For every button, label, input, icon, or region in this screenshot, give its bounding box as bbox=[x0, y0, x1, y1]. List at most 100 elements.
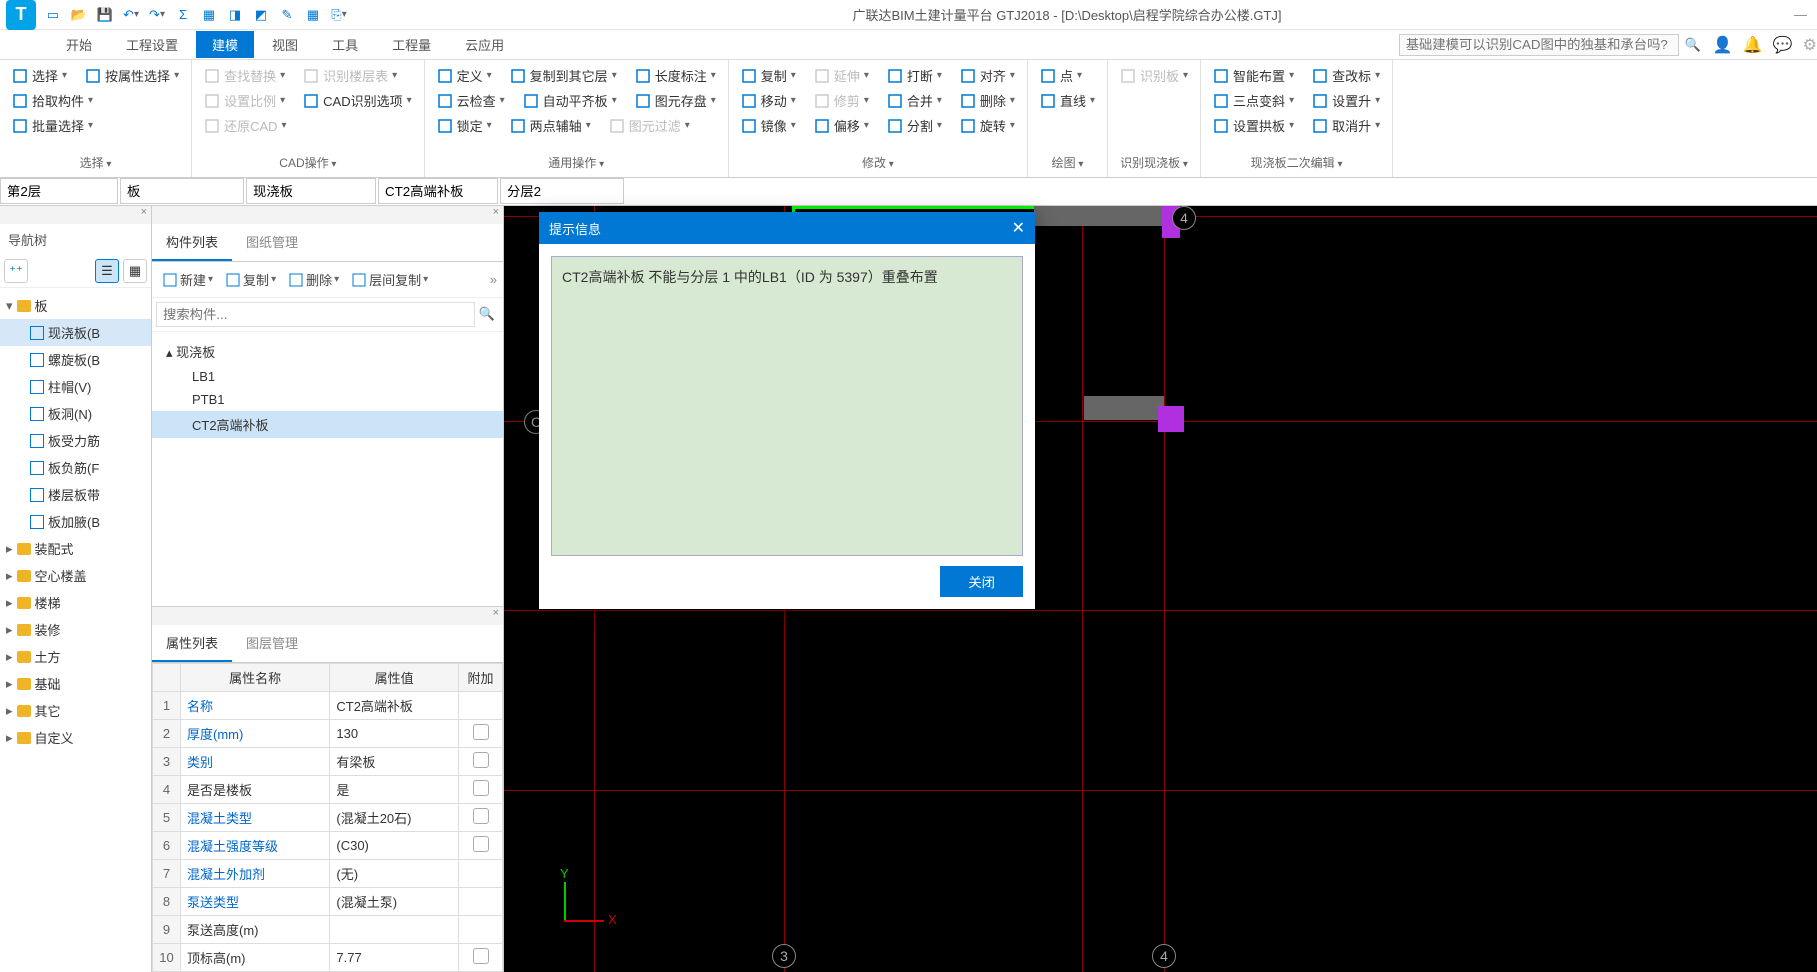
prop-extra-checkbox[interactable] bbox=[459, 888, 503, 916]
tab-工程设置[interactable]: 工程设置 bbox=[110, 31, 194, 58]
comp-tab-图纸管理[interactable]: 图纸管理 bbox=[232, 224, 312, 261]
nav-item-板受力筋[interactable]: 板受力筋 bbox=[0, 427, 151, 454]
ribbon-按属性选择[interactable]: 按属性选择 bbox=[81, 64, 183, 87]
prop-extra-checkbox[interactable] bbox=[459, 804, 503, 832]
nav-item-楼层板带[interactable]: 楼层板带 bbox=[0, 481, 151, 508]
prop-row[interactable]: 1名称CT2高端补板 bbox=[153, 692, 503, 720]
user-icon[interactable]: 👤 bbox=[1713, 35, 1733, 55]
qat-cloud-icon[interactable]: ◩ bbox=[250, 4, 272, 26]
ribbon-选择[interactable]: 选择 bbox=[8, 64, 71, 87]
prop-row[interactable]: 7混凝土外加剂(无) bbox=[153, 860, 503, 888]
nav-cat-装配式[interactable]: ▸ 装配式 bbox=[0, 535, 151, 562]
prop-extra-checkbox[interactable] bbox=[459, 944, 503, 972]
comp-item-LB1[interactable]: LB1 bbox=[152, 365, 503, 388]
qat-save-icon[interactable]: 💾 bbox=[94, 4, 116, 26]
ribbon-点[interactable]: 点 bbox=[1036, 64, 1086, 87]
prop-row[interactable]: 6混凝土强度等级(C30) bbox=[153, 832, 503, 860]
prop-row[interactable]: 8泵送类型(混凝土泵) bbox=[153, 888, 503, 916]
bell-icon[interactable]: 🔔 bbox=[1743, 35, 1763, 55]
prop-tab-属性列表[interactable]: 属性列表 bbox=[152, 625, 232, 662]
ribbon-CAD识别选项[interactable]: CAD识别选项 bbox=[299, 89, 415, 112]
ribbon-批量选择[interactable]: 批量选择 bbox=[8, 114, 97, 137]
ribbon-三点变斜[interactable]: 三点变斜 bbox=[1209, 89, 1298, 112]
ribbon-group-修改[interactable]: 修改 bbox=[737, 152, 1019, 173]
chat-icon[interactable]: 💬 bbox=[1773, 35, 1793, 55]
prop-extra-checkbox[interactable] bbox=[459, 748, 503, 776]
nav-cat-楼梯[interactable]: ▸ 楼梯 bbox=[0, 589, 151, 616]
comp-新建-button[interactable]: 新建 bbox=[158, 268, 217, 291]
nav-view-list-icon[interactable]: ☰ bbox=[95, 259, 119, 283]
ribbon-删除[interactable]: 删除 bbox=[956, 89, 1019, 112]
qat-redo-icon[interactable]: ↷ bbox=[146, 4, 168, 26]
prop-row[interactable]: 5混凝土类型(混凝土20石) bbox=[153, 804, 503, 832]
qat-grid-icon[interactable]: ▦ bbox=[302, 4, 324, 26]
nav-cat-装修[interactable]: ▸ 装修 bbox=[0, 616, 151, 643]
ribbon-图元存盘[interactable]: 图元存盘 bbox=[631, 89, 720, 112]
comp-删除-button[interactable]: 删除 bbox=[284, 268, 343, 291]
tab-开始[interactable]: 开始 bbox=[50, 31, 108, 58]
ribbon-对齐[interactable]: 对齐 bbox=[956, 64, 1019, 87]
ribbon-锁定[interactable]: 锁定 bbox=[433, 114, 496, 137]
prop-extra-checkbox[interactable] bbox=[459, 860, 503, 888]
dialog-close-button[interactable]: 关闭 bbox=[940, 566, 1023, 597]
ribbon-复制到其它层[interactable]: 复制到其它层 bbox=[506, 64, 621, 87]
ribbon-打断[interactable]: 打断 bbox=[883, 64, 946, 87]
category-select[interactable]: 板 bbox=[120, 178, 244, 204]
prop-tab-图层管理[interactable]: 图层管理 bbox=[232, 625, 312, 662]
layer-select[interactable]: 分层2 bbox=[500, 178, 624, 204]
prop-row[interactable]: 3类别有梁板 bbox=[153, 748, 503, 776]
ribbon-group-CAD操作[interactable]: CAD操作 bbox=[200, 152, 416, 173]
ribbon-设置拱板[interactable]: 设置拱板 bbox=[1209, 114, 1298, 137]
ribbon-查改标[interactable]: 查改标 bbox=[1308, 64, 1384, 87]
qat-new-icon[interactable]: ▭ bbox=[42, 4, 64, 26]
ribbon-旋转[interactable]: 旋转 bbox=[956, 114, 1019, 137]
nav-item-现浇板(B[interactable]: 现浇板(B bbox=[0, 319, 151, 346]
comp-tab-构件列表[interactable]: 构件列表 bbox=[152, 224, 232, 261]
component-search-input[interactable] bbox=[156, 302, 475, 327]
nav-expand-icon[interactable]: ⁺⁺ bbox=[4, 259, 28, 283]
prop-extra-checkbox[interactable] bbox=[459, 916, 503, 944]
ribbon-取消升[interactable]: 取消升 bbox=[1308, 114, 1384, 137]
prop-value[interactable]: (无) bbox=[330, 860, 459, 888]
comp-层间复制-button[interactable]: 层间复制 bbox=[347, 268, 432, 291]
tab-工程量[interactable]: 工程量 bbox=[376, 31, 447, 58]
prop-extra-checkbox[interactable] bbox=[459, 776, 503, 804]
prop-value[interactable]: (C30) bbox=[330, 832, 459, 860]
props-close-icon[interactable]: × bbox=[152, 607, 503, 625]
dialog-close-icon[interactable]: ✕ bbox=[1012, 218, 1025, 238]
ribbon-group-绘图[interactable]: 绘图 bbox=[1036, 152, 1099, 173]
prop-value[interactable]: 是 bbox=[330, 776, 459, 804]
window-minimize-icon[interactable]: — bbox=[1794, 7, 1807, 22]
prop-extra-checkbox[interactable] bbox=[459, 720, 503, 748]
qat-calc-icon[interactable]: ▦ bbox=[198, 4, 220, 26]
nav-root[interactable]: ▾ 板 bbox=[0, 292, 151, 319]
ribbon-智能布置[interactable]: 智能布置 bbox=[1209, 64, 1298, 87]
comp-复制-button[interactable]: 复制 bbox=[221, 268, 280, 291]
qat-edit-icon[interactable]: ✎ bbox=[276, 4, 298, 26]
qat-sum-icon[interactable]: Σ bbox=[172, 4, 194, 26]
prop-row[interactable]: 9泵送高度(m) bbox=[153, 916, 503, 944]
ribbon-镜像[interactable]: 镜像 bbox=[737, 114, 800, 137]
search-icon[interactable]: 🔍 bbox=[1685, 37, 1701, 53]
ribbon-偏移[interactable]: 偏移 bbox=[810, 114, 873, 137]
type-select[interactable]: 现浇板 bbox=[246, 178, 376, 204]
ribbon-移动[interactable]: 移动 bbox=[737, 89, 800, 112]
gear-icon[interactable]: ⚙ bbox=[1803, 35, 1817, 55]
ribbon-拾取构件[interactable]: 拾取构件 bbox=[8, 89, 97, 112]
prop-value[interactable]: (混凝土泵) bbox=[330, 888, 459, 916]
ribbon-复制[interactable]: 复制 bbox=[737, 64, 800, 87]
nav-cat-自定义[interactable]: ▸ 自定义 bbox=[0, 724, 151, 751]
ribbon-分割[interactable]: 分割 bbox=[883, 114, 946, 137]
prop-extra-checkbox[interactable] bbox=[459, 832, 503, 860]
qat-undo-icon[interactable]: ↶ bbox=[120, 4, 142, 26]
ribbon-group-通用操作[interactable]: 通用操作 bbox=[433, 152, 720, 173]
comp-item-CT2高端补板[interactable]: CT2高端补板 bbox=[152, 411, 503, 438]
comp-more-icon[interactable]: » bbox=[490, 272, 497, 287]
nav-item-板加腋(B[interactable]: 板加腋(B bbox=[0, 508, 151, 535]
nav-item-板负筋(F[interactable]: 板负筋(F bbox=[0, 454, 151, 481]
nav-cat-土方[interactable]: ▸ 土方 bbox=[0, 643, 151, 670]
nav-item-螺旋板(B[interactable]: 螺旋板(B bbox=[0, 346, 151, 373]
prop-row[interactable]: 4是否是楼板是 bbox=[153, 776, 503, 804]
ribbon-两点辅轴[interactable]: 两点辅轴 bbox=[506, 114, 595, 137]
comp-root[interactable]: ▴ 现浇板 bbox=[152, 338, 503, 365]
